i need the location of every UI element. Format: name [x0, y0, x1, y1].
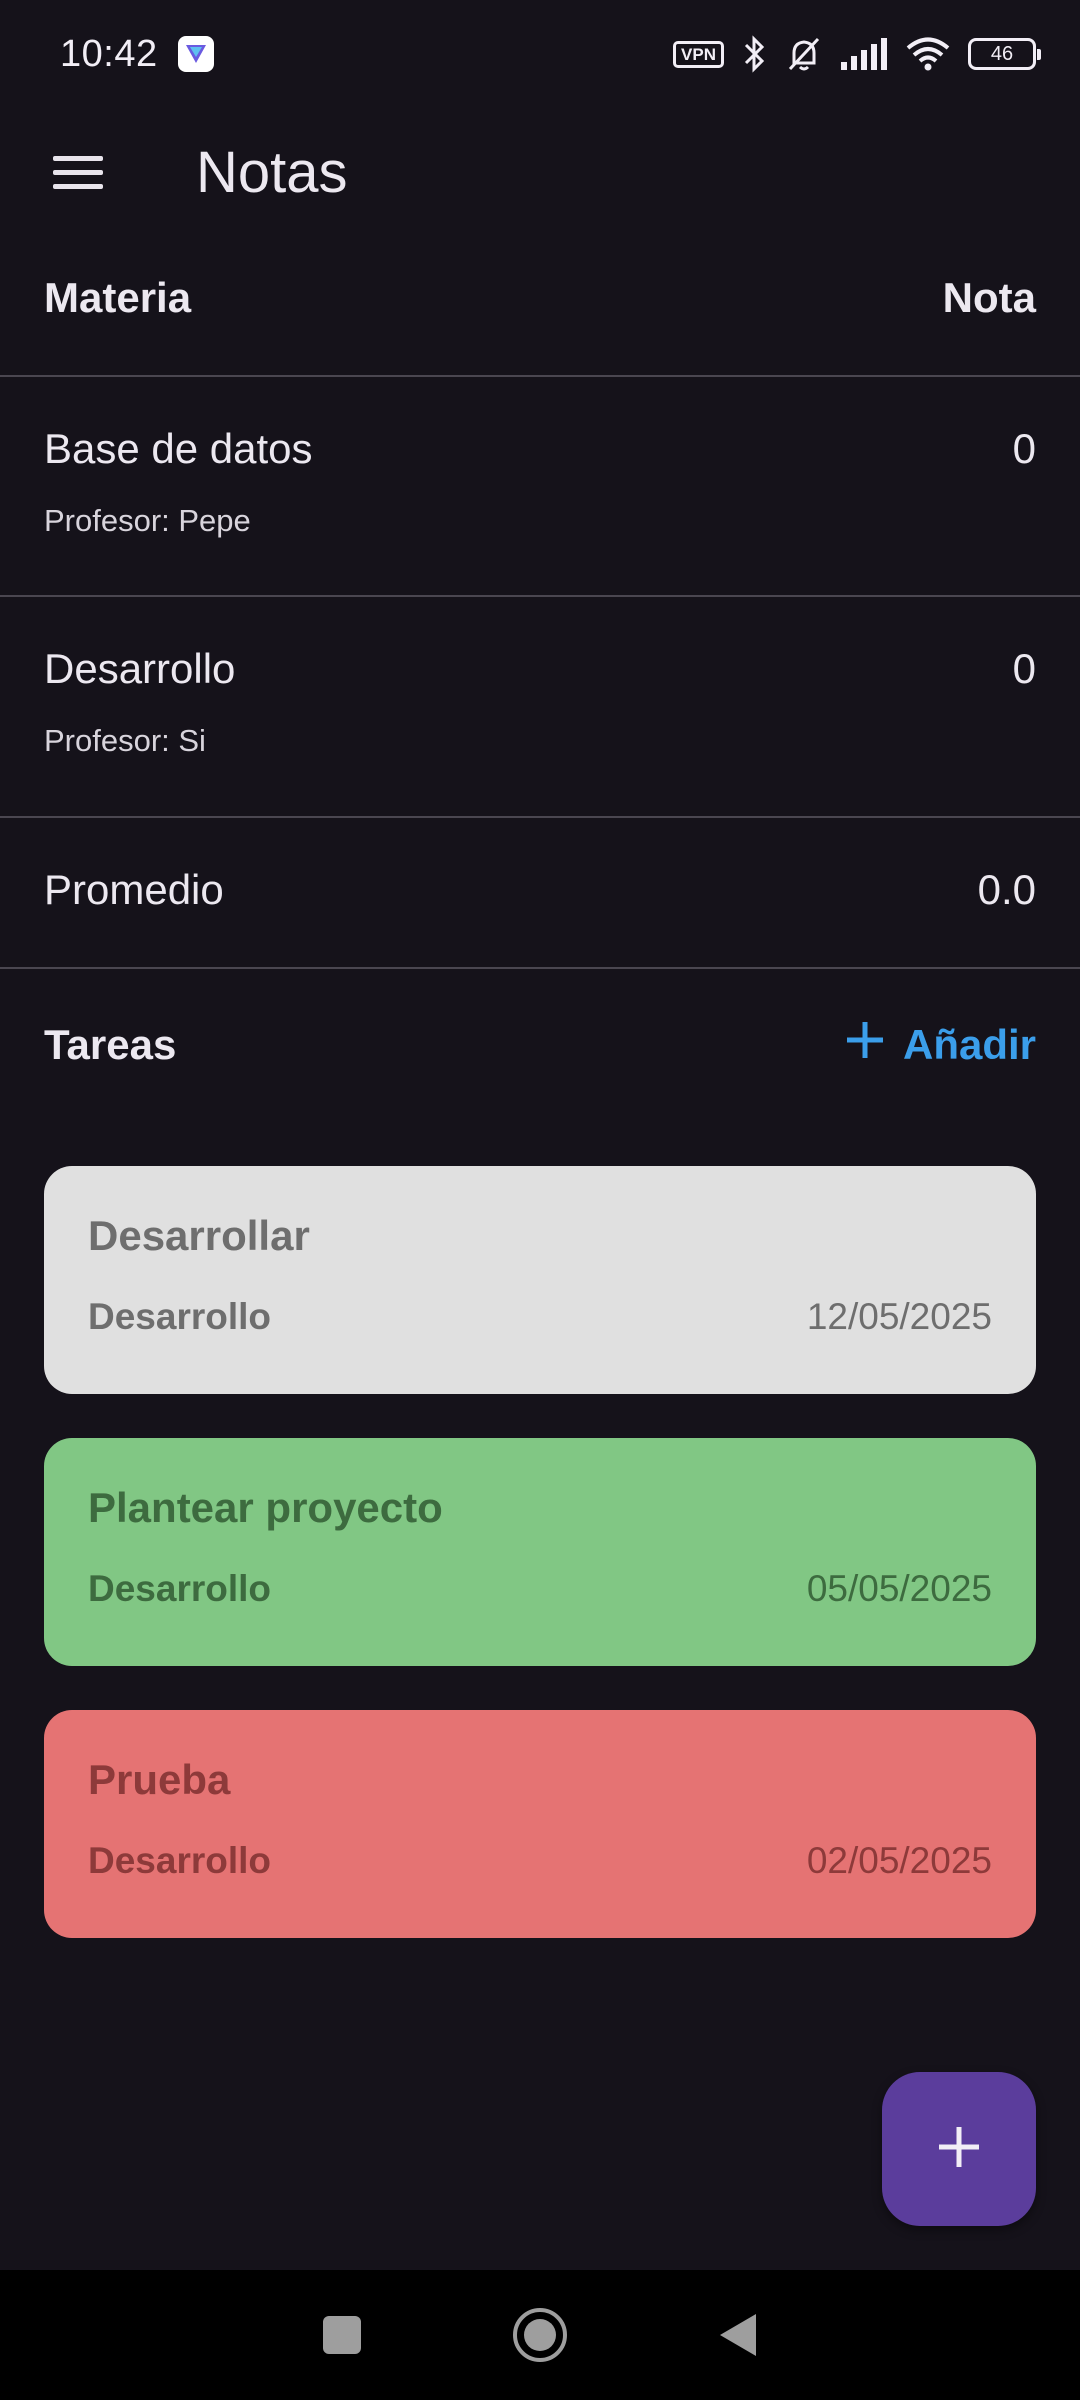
status-left: 10:42 [60, 33, 214, 76]
app-bar: Notas [0, 108, 1080, 236]
task-card[interactable]: Prueba Desarrollo 02/05/2025 [44, 1710, 1036, 1938]
add-task-button[interactable]: Añadir [845, 1020, 1036, 1070]
system-nav-bar [0, 2270, 1080, 2400]
divider [0, 816, 1080, 818]
subject-name: Desarrollo [44, 645, 236, 692]
divider [0, 595, 1080, 597]
divider [0, 967, 1080, 969]
status-time: 10:42 [60, 32, 158, 75]
hamburger-menu-icon[interactable] [40, 134, 116, 210]
task-date: 02/05/2025 [806, 1840, 992, 1881]
app-badge-icon [177, 36, 214, 72]
vpn-icon: VPN [673, 40, 724, 68]
task-meta: Desarrollo 12/05/2025 [88, 1296, 992, 1338]
task-card[interactable]: Plantear proyecto Desarrollo 05/05/2025 [44, 1438, 1036, 1666]
add-fab-button[interactable] [882, 2072, 1036, 2226]
table-row[interactable]: Base de datos Profesor: Pepe 0 [0, 425, 1080, 539]
plus-icon [845, 1020, 885, 1070]
table-row[interactable]: Desarrollo Profesor: Si 0 [0, 645, 1080, 759]
add-task-label: Añadir [902, 1021, 1036, 1068]
subject-cell: Base de datos Profesor: Pepe [44, 425, 313, 539]
subject-grade: 0 [1012, 645, 1036, 692]
back-triangle-icon[interactable] [718, 2312, 758, 2358]
table-header: Materia Nota [0, 274, 1080, 322]
task-title: Desarrollar [88, 1212, 310, 1259]
task-card[interactable]: Desarrollar Desarrollo 12/05/2025 [44, 1166, 1036, 1394]
status-right: VPN 46 [673, 35, 1041, 73]
subject-teacher: Profesor: Si [44, 723, 206, 758]
wifi-icon [906, 37, 950, 71]
subject-grade: 0 [1012, 425, 1036, 472]
tasks-label: Tareas [44, 1021, 177, 1068]
average-label: Promedio [44, 866, 224, 913]
task-subject: Desarrollo [88, 1568, 272, 1609]
home-circle-icon[interactable] [512, 2307, 568, 2363]
tasks-header: Tareas Añadir [0, 1020, 1080, 1070]
page-title: Notas [196, 139, 348, 205]
bluetooth-icon [742, 35, 768, 73]
plus-icon [937, 2125, 981, 2174]
subject-cell: Desarrollo Profesor: Si [44, 645, 235, 759]
task-title: Prueba [88, 1756, 231, 1803]
subject-name: Base de datos [44, 425, 313, 472]
task-subject: Desarrollo [88, 1296, 272, 1337]
recents-square-icon[interactable] [322, 2315, 362, 2355]
task-meta: Desarrollo 05/05/2025 [88, 1568, 992, 1610]
signal-icon [840, 38, 888, 70]
subject-teacher: Profesor: Pepe [44, 503, 251, 538]
header-grade: Nota [942, 274, 1036, 321]
task-date: 12/05/2025 [806, 1296, 992, 1337]
task-meta: Desarrollo 02/05/2025 [88, 1840, 992, 1882]
status-bar: 10:42 VPN 46 [0, 0, 1080, 108]
task-date: 05/05/2025 [806, 1568, 992, 1609]
battery-icon: 46 [968, 38, 1041, 70]
average-row: Promedio 0.0 [0, 866, 1080, 914]
task-title: Plantear proyecto [88, 1484, 443, 1531]
average-value: 0.0 [977, 866, 1036, 913]
bell-off-icon [786, 35, 822, 73]
divider [0, 375, 1080, 377]
task-subject: Desarrollo [88, 1840, 272, 1881]
header-subject: Materia [44, 274, 192, 321]
